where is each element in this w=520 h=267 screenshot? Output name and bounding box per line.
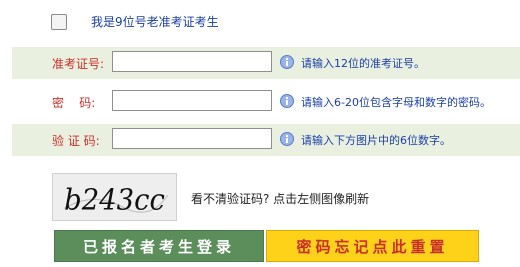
- password-hint: 请输入6-20位包含字母和数字的密码。: [301, 96, 491, 109]
- old-exam-number-label[interactable]: 我是9位号老准考证考生: [91, 13, 219, 30]
- exam-number-label: 准考证号:: [52, 57, 105, 71]
- captcha-hint-text: 请输入下方图片中的6位数字。: [301, 134, 451, 147]
- info-icon: [280, 132, 294, 146]
- captcha-text: b243cc: [64, 182, 165, 216]
- old-exam-number-checkbox[interactable]: [51, 14, 67, 30]
- info-icon: [280, 94, 294, 108]
- password-input[interactable]: [112, 90, 272, 111]
- captcha-refresh-hint: 看不清验证码? 点击左侧图像刷新: [191, 192, 370, 206]
- exam-number-row: 准考证号: 请输入12位的准考证号。: [12, 47, 520, 79]
- captcha-label: 验 证 码:: [52, 134, 100, 148]
- password-row: 密 码: 请输入6-20位包含字母和数字的密码。: [12, 86, 520, 118]
- password-label: 密 码:: [52, 96, 96, 110]
- info-icon: [280, 55, 294, 69]
- captcha-input[interactable]: [112, 128, 272, 149]
- exam-number-input[interactable]: [112, 51, 272, 72]
- captcha-image[interactable]: b243cc: [52, 173, 177, 221]
- exam-number-hint: 请输入12位的准考证号。: [301, 57, 425, 70]
- reset-password-button[interactable]: 密码忘记点此重置: [266, 230, 479, 262]
- login-button[interactable]: 已报名者考生登录: [54, 230, 264, 262]
- captcha-row: 验 证 码: 请输入下方图片中的6位数字。: [12, 124, 520, 156]
